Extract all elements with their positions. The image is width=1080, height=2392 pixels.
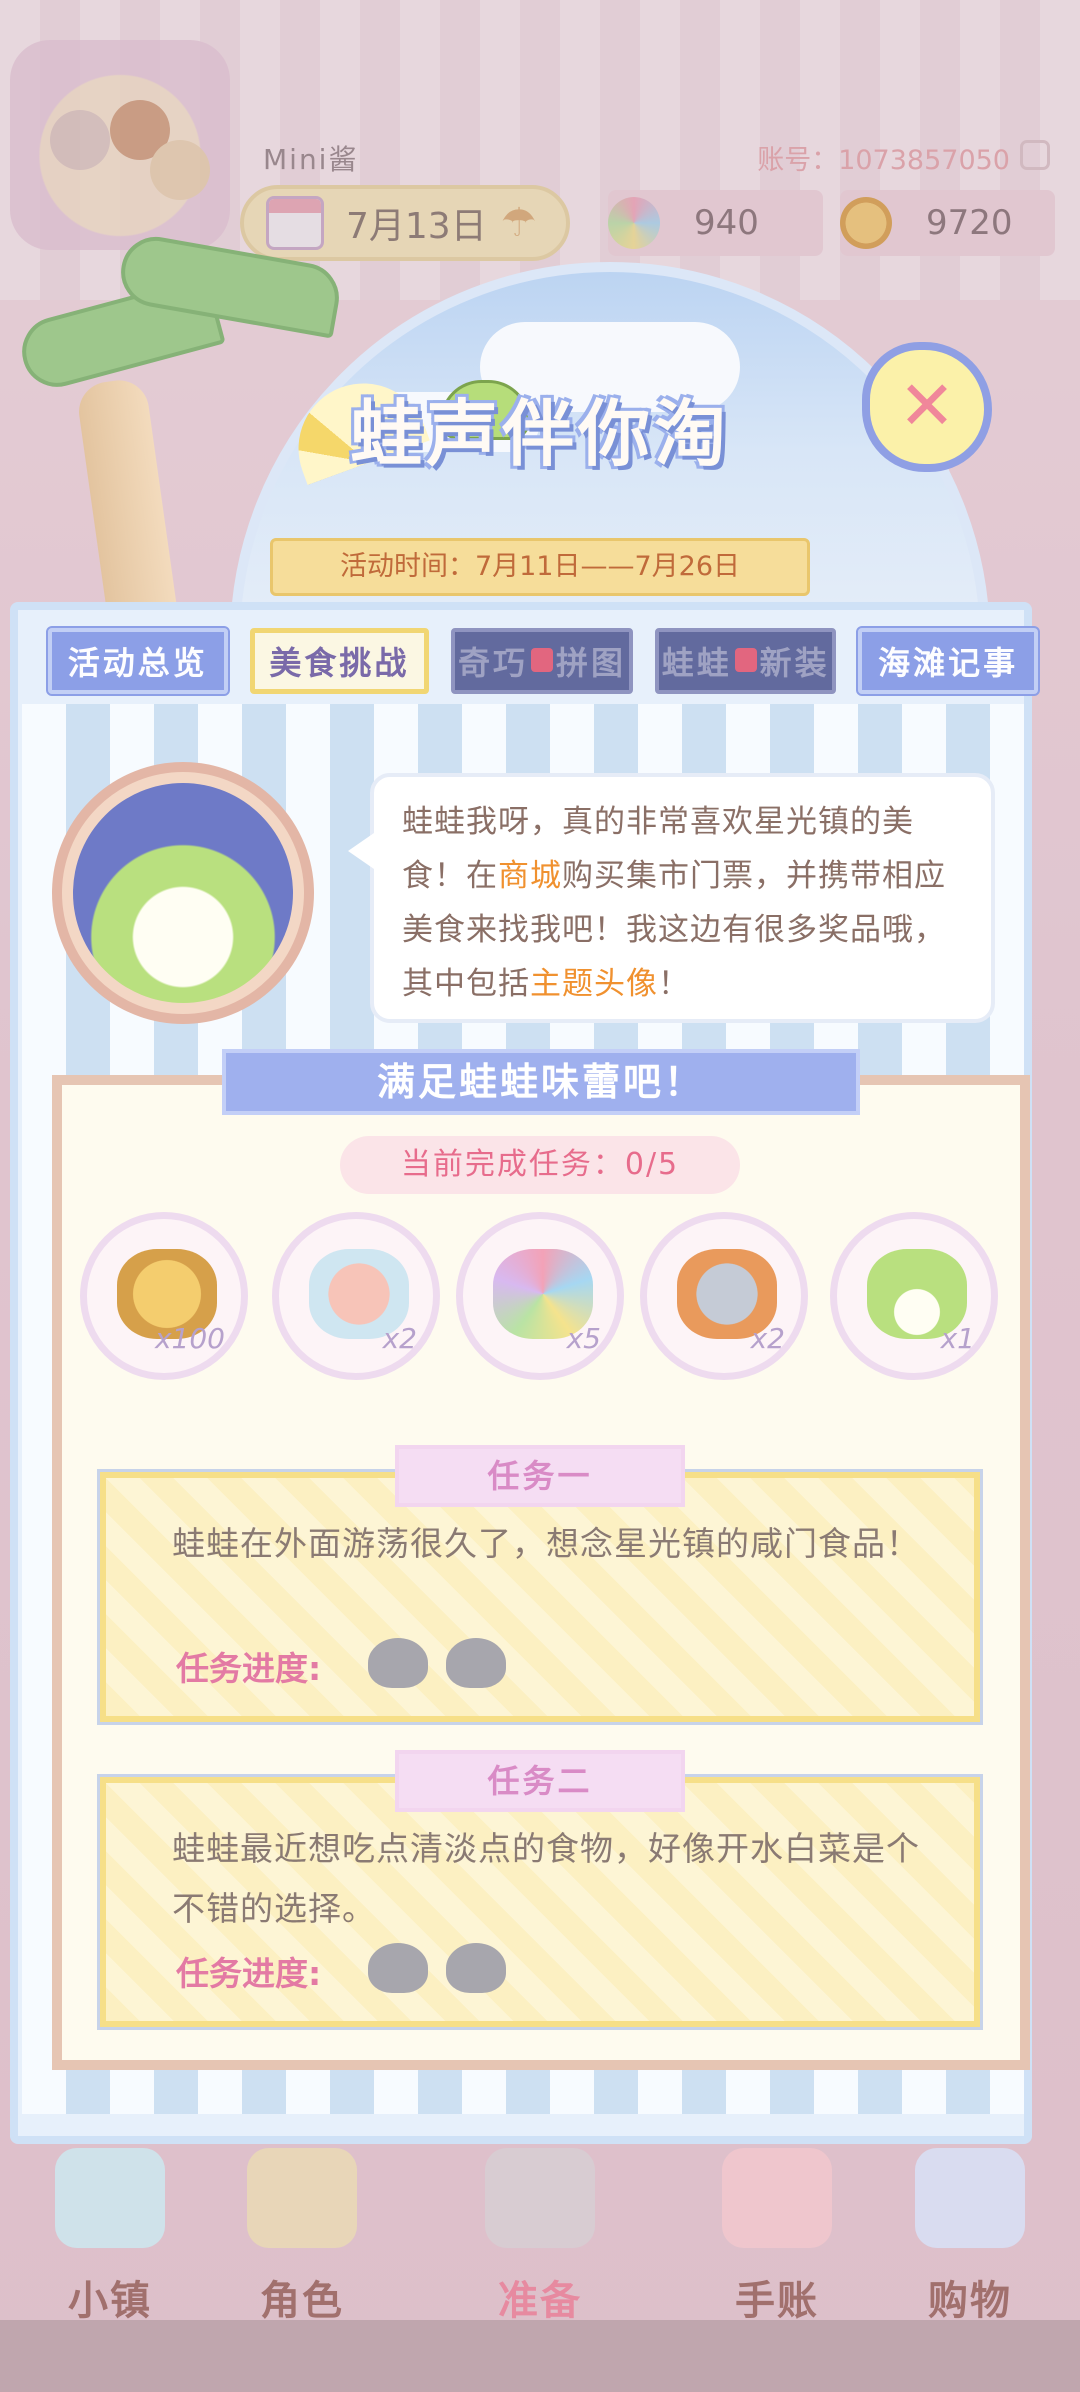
tab-puzzle[interactable]: 奇巧 拼图 bbox=[451, 628, 633, 694]
task-progress-counter: 当前完成任务：0/5 bbox=[340, 1136, 740, 1194]
reward-item[interactable]: x1 bbox=[830, 1212, 998, 1380]
task-label: 任务二 bbox=[395, 1750, 685, 1812]
reward-qty: x5 bbox=[566, 1322, 601, 1355]
tab-food-challenge[interactable]: 美食挑战 bbox=[249, 628, 430, 694]
tab-label: 活动总览 bbox=[67, 644, 208, 682]
event-tabs: 活动总览 美食挑战 奇巧 拼图 蛙蛙 新装 海滩记事 bbox=[46, 626, 1040, 698]
shell-icon bbox=[446, 1638, 506, 1688]
reward-qty: x2 bbox=[750, 1322, 785, 1355]
close-icon: ✕ bbox=[898, 367, 956, 446]
reward-qty: x2 bbox=[382, 1322, 417, 1355]
nav-character[interactable]: 角色 bbox=[222, 2148, 382, 2324]
reward-item[interactable]: x2 bbox=[640, 1212, 808, 1380]
nav-label: 手账 bbox=[735, 2278, 819, 2324]
shell-icon bbox=[368, 1943, 428, 1993]
notebook-icon bbox=[722, 2148, 832, 2248]
nav-shopping[interactable]: 购物 bbox=[890, 2148, 1050, 2324]
shop-link[interactable]: 商城 bbox=[498, 858, 562, 894]
tab-label: 奇巧 拼图 bbox=[457, 644, 627, 682]
reward-qty: x100 bbox=[154, 1322, 225, 1355]
lock-icon bbox=[531, 648, 553, 672]
nav-label: 小镇 bbox=[68, 2278, 152, 2324]
reward-item[interactable]: x2 bbox=[272, 1212, 440, 1380]
task-description: 蛙蛙在外面游荡很久了，想念星光镇的咸门食品！ bbox=[172, 1524, 920, 1563]
tab-label: 海滩记事 bbox=[878, 644, 1019, 682]
shell-icon bbox=[368, 1638, 428, 1688]
shopping-bag-icon bbox=[915, 2148, 1025, 2248]
task-card: 蛙蛙最近想吃点清淡点的食物，好像开水白菜是个不错的选择。 任务进度: bbox=[97, 1774, 983, 2030]
task-description: 蛙蛙最近想吃点清淡点的食物，好像开水白菜是个不错的选择。 bbox=[172, 1829, 920, 1928]
task-progress-label: 任务进度: bbox=[176, 1954, 322, 1993]
reward-qty: x1 bbox=[940, 1322, 975, 1355]
task-card: 蛙蛙在外面游荡很久了，想念星光镇的咸门食品！ 任务进度: bbox=[97, 1469, 983, 1725]
event-title: 蛙声伴你淘 bbox=[349, 392, 730, 476]
frog-portrait bbox=[52, 762, 314, 1024]
tab-frog-outfit[interactable]: 蛙蛙 新装 bbox=[654, 628, 837, 694]
prepare-icon bbox=[485, 2148, 595, 2248]
task-section-title: 满足蛙蛙味蕾吧！ bbox=[222, 1049, 860, 1115]
tab-beach-notes[interactable]: 海滩记事 bbox=[856, 626, 1040, 696]
nav-label: 角色 bbox=[260, 2278, 344, 2324]
lock-icon bbox=[734, 648, 757, 672]
bottom-bar bbox=[0, 2320, 1080, 2392]
tab-label: 蛙蛙 新装 bbox=[661, 644, 830, 682]
reward-item[interactable]: x100 bbox=[80, 1212, 248, 1380]
nav-town[interactable]: 小镇 bbox=[30, 2148, 190, 2324]
tab-label: 美食挑战 bbox=[269, 644, 410, 682]
close-button[interactable]: ✕ bbox=[862, 342, 992, 472]
character-icon bbox=[247, 2148, 357, 2248]
activity-time: 活动时间：7月11日——7月26日 bbox=[270, 538, 810, 596]
frog-speech-bubble: 蛙蛙我呀，真的非常喜欢星光镇的美食！在商城购买集市门票，并携带相应美食来找我吧！… bbox=[348, 773, 995, 1023]
nav-notebook[interactable]: 手账 bbox=[697, 2148, 857, 2324]
task-progress-label: 任务进度: bbox=[176, 1649, 322, 1688]
speech-text: ！ bbox=[658, 966, 690, 1002]
nav-label: 准备 bbox=[498, 2278, 582, 2324]
tab-overview[interactable]: 活动总览 bbox=[46, 626, 230, 696]
shell-icon bbox=[446, 1943, 506, 1993]
theme-avatar-highlight: 主题头像 bbox=[530, 966, 658, 1002]
map-icon bbox=[55, 2148, 165, 2248]
nav-label: 购物 bbox=[928, 2278, 1012, 2324]
task-label: 任务一 bbox=[395, 1445, 685, 1507]
reward-item[interactable]: x5 bbox=[456, 1212, 624, 1380]
nav-prepare[interactable]: 准备 bbox=[460, 2148, 620, 2324]
frog-icon bbox=[73, 783, 293, 1003]
